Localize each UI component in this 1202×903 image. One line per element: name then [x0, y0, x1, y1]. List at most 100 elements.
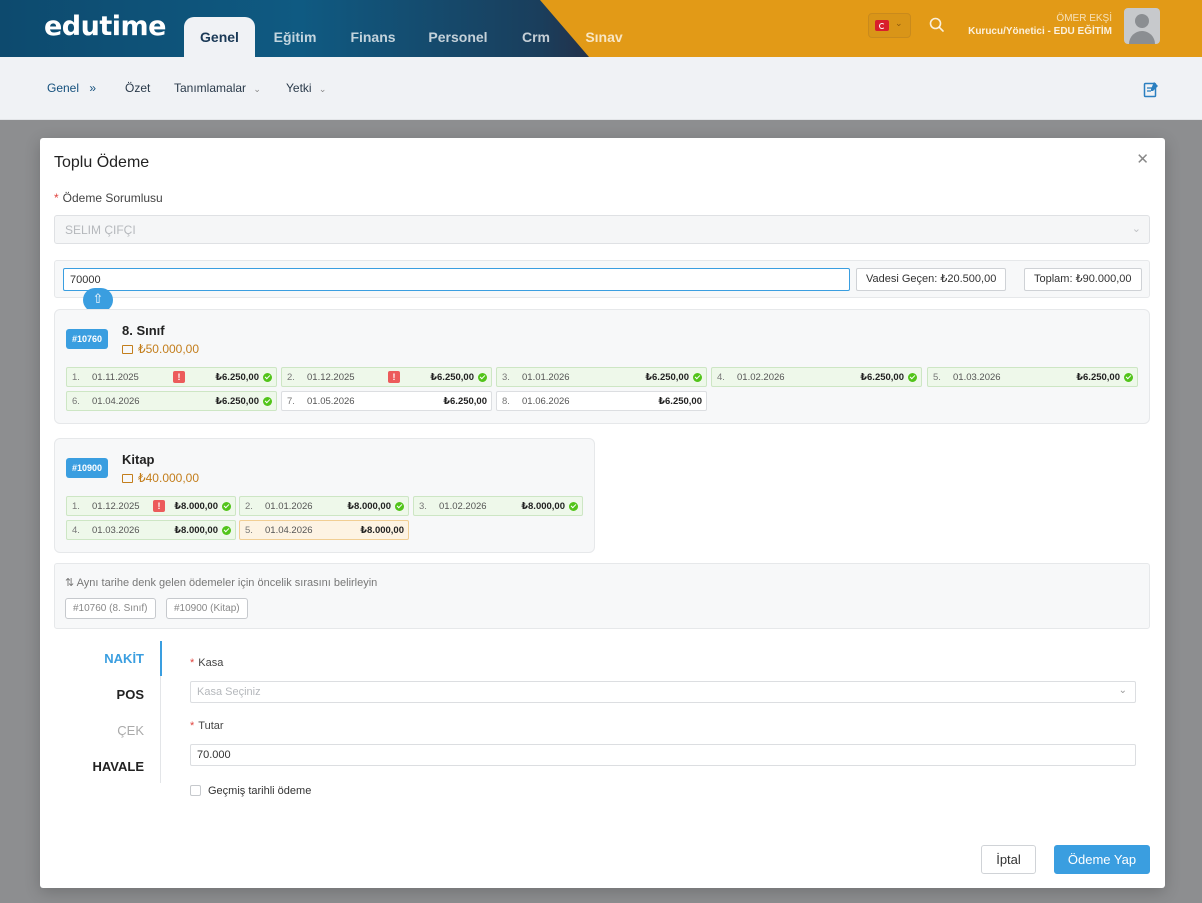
- installment-number: 7.: [287, 396, 295, 407]
- cancel-button[interactable]: İptal: [981, 845, 1036, 874]
- installment-date: 01.03.2026: [92, 525, 140, 536]
- installment-card-10900: #10900 Kitap ₺40.000,00 1. 01.12.2025 ! …: [54, 438, 595, 553]
- overdue-warning-icon: !: [173, 371, 185, 383]
- installment-amount: ₺8.000,00: [347, 501, 391, 512]
- breadcrumb-genel[interactable]: Genel »: [47, 81, 96, 95]
- language-select[interactable]: ⌄: [868, 13, 911, 38]
- payer-select: SELIM ÇIFÇI ⌄: [54, 215, 1150, 244]
- installment-number: 2.: [245, 501, 253, 512]
- notes-icon[interactable]: [1143, 81, 1159, 98]
- installment-date: 01.12.2025: [92, 501, 140, 512]
- priority-text-label: Aynı tarihe denk gelen ödemeler için önc…: [76, 577, 378, 589]
- priority-tag[interactable]: #10760 (8. Sınıf): [65, 598, 156, 619]
- installment-chip[interactable]: 2. 01.12.2025 ! ₺6.250,00: [281, 367, 492, 387]
- tutar-input[interactable]: [190, 744, 1136, 766]
- installment-date: 01.01.2026: [522, 372, 570, 383]
- user-name: ÖMER EKŞİ: [1056, 13, 1112, 24]
- installment-chip[interactable]: 4. 01.03.2026 ₺8.000,00: [66, 520, 236, 540]
- breadcrumb-label: Genel: [47, 81, 80, 95]
- chevron-down-icon: ⌄: [1131, 223, 1141, 235]
- installment-amount: ₺6.250,00: [215, 372, 259, 383]
- installment-chip[interactable]: 4. 01.02.2026 ₺6.250,00: [711, 367, 922, 387]
- app-logo[interactable]: edutime: [44, 11, 166, 42]
- paid-check-icon: [908, 373, 917, 382]
- overdue-warning-icon: !: [388, 371, 400, 383]
- installment-date: 01.02.2026: [439, 501, 487, 512]
- paid-check-icon: [478, 373, 487, 382]
- paid-check-icon: [693, 373, 702, 382]
- tab-finans[interactable]: Finans: [338, 17, 408, 57]
- installment-amount: ₺6.250,00: [443, 396, 487, 407]
- payer-label-text: Ödeme Sorumlusu: [62, 191, 163, 205]
- card-id-badge: #10760: [66, 329, 109, 349]
- installment-amount: ₺6.250,00: [860, 372, 904, 383]
- tab-havale[interactable]: HAVALE: [80, 759, 160, 774]
- tab-genel[interactable]: Genel: [184, 17, 255, 57]
- installment-chip[interactable]: 2. 01.01.2026 ₺8.000,00: [239, 496, 409, 516]
- installment-chip[interactable]: 3. 01.01.2026 ₺6.250,00: [496, 367, 707, 387]
- payer-value: SELIM ÇIFÇI: [65, 223, 136, 237]
- installment-amount: ₺8.000,00: [521, 501, 565, 512]
- chevron-down-icon: ⌄: [895, 18, 903, 28]
- tab-pos[interactable]: POS: [80, 687, 160, 702]
- user-role: Kurucu/Yönetici - EDU EĞİTİM: [968, 26, 1112, 37]
- installment-chip[interactable]: 1. 01.11.2025 ! ₺6.250,00: [66, 367, 277, 387]
- tab-sinav[interactable]: Sınav: [575, 17, 633, 57]
- installment-amount: ₺8.000,00: [174, 501, 218, 512]
- installment-date: 01.03.2026: [953, 372, 1001, 383]
- amount-input[interactable]: [63, 268, 850, 291]
- installment-number: 4.: [717, 372, 725, 383]
- installment-number: 4.: [72, 525, 80, 536]
- past-date-checkbox[interactable]: [190, 785, 201, 796]
- installment-chip[interactable]: 5. 01.04.2026 ₺8.000,00: [239, 520, 409, 540]
- installment-date: 01.02.2026: [737, 372, 785, 383]
- installment-chip[interactable]: 6. 01.04.2026 ₺6.250,00: [66, 391, 277, 411]
- kasa-select[interactable]: Kasa Seçiniz ⌄: [190, 681, 1136, 703]
- double-chevron-right-icon: »: [89, 81, 97, 95]
- breadcrumb-label: Yetki: [286, 81, 312, 95]
- amount-row: Vadesi Geçen: ₺20.500,00 Toplam: ₺90.000…: [54, 260, 1150, 298]
- installment-date: 01.04.2026: [265, 525, 313, 536]
- installment-chip[interactable]: 7. 01.05.2026 ₺6.250,00: [281, 391, 492, 411]
- paid-check-icon: [263, 373, 272, 382]
- turkey-flag-icon: [875, 20, 889, 31]
- installment-chip[interactable]: 3. 01.02.2026 ₺8.000,00: [413, 496, 583, 516]
- modal-title: Toplu Ödeme: [54, 154, 150, 171]
- total-chip: Toplam: ₺90.000,00: [1024, 268, 1142, 291]
- installment-amount: ₺6.250,00: [430, 372, 474, 383]
- installment-amount: ₺6.250,00: [658, 396, 702, 407]
- tab-personel[interactable]: Personel: [418, 17, 498, 57]
- paid-check-icon: [222, 502, 231, 511]
- installment-number: 3.: [502, 372, 510, 383]
- breadcrumb-tanimlamalar[interactable]: Tanımlamalar ⌄: [174, 81, 261, 95]
- tab-egitim[interactable]: Eğitim: [262, 17, 328, 57]
- installment-chip[interactable]: 8. 01.06.2026 ₺6.250,00: [496, 391, 707, 411]
- card-title: 8. Sınıf: [122, 323, 165, 338]
- avatar[interactable]: [1124, 8, 1160, 44]
- breadcrumb-yetki[interactable]: Yetki ⌄: [286, 81, 326, 95]
- priority-box: ⇅ Aynı tarihe denk gelen ödemeler için ö…: [54, 563, 1150, 629]
- installment-chip[interactable]: 1. 01.12.2025 ! ₺8.000,00: [66, 496, 236, 516]
- installment-card-10760: #10760 8. Sınıf ₺50.000,00 1. 01.11.2025…: [54, 309, 1150, 424]
- search-icon[interactable]: [928, 16, 946, 34]
- installment-number: 3.: [419, 501, 427, 512]
- card-total: ₺50.000,00: [122, 342, 199, 356]
- tab-crm[interactable]: Crm: [512, 17, 560, 57]
- installment-chip[interactable]: 5. 01.03.2026 ₺6.250,00: [927, 367, 1138, 387]
- installment-amount: ₺8.000,00: [174, 525, 218, 536]
- installment-number: 2.: [287, 372, 295, 383]
- priority-tag[interactable]: #10900 (Kitap): [166, 598, 248, 619]
- card-id-badge: #10900: [66, 458, 109, 478]
- installment-number: 5.: [245, 525, 253, 536]
- close-icon[interactable]: ✕: [1136, 150, 1149, 168]
- paid-check-icon: [222, 526, 231, 535]
- chevron-down-icon: ⌄: [1118, 685, 1127, 696]
- past-date-label[interactable]: Geçmiş tarihli ödeme: [208, 785, 311, 797]
- installment-date: 01.04.2026: [92, 396, 140, 407]
- installment-date: 01.11.2025: [92, 372, 139, 383]
- breadcrumb-ozet[interactable]: Özet: [125, 81, 150, 95]
- submit-payment-button[interactable]: Ödeme Yap: [1054, 845, 1150, 874]
- tab-nakit[interactable]: NAKİT: [80, 651, 160, 666]
- installment-number: 5.: [933, 372, 941, 383]
- tab-cek: ÇEK: [117, 723, 144, 738]
